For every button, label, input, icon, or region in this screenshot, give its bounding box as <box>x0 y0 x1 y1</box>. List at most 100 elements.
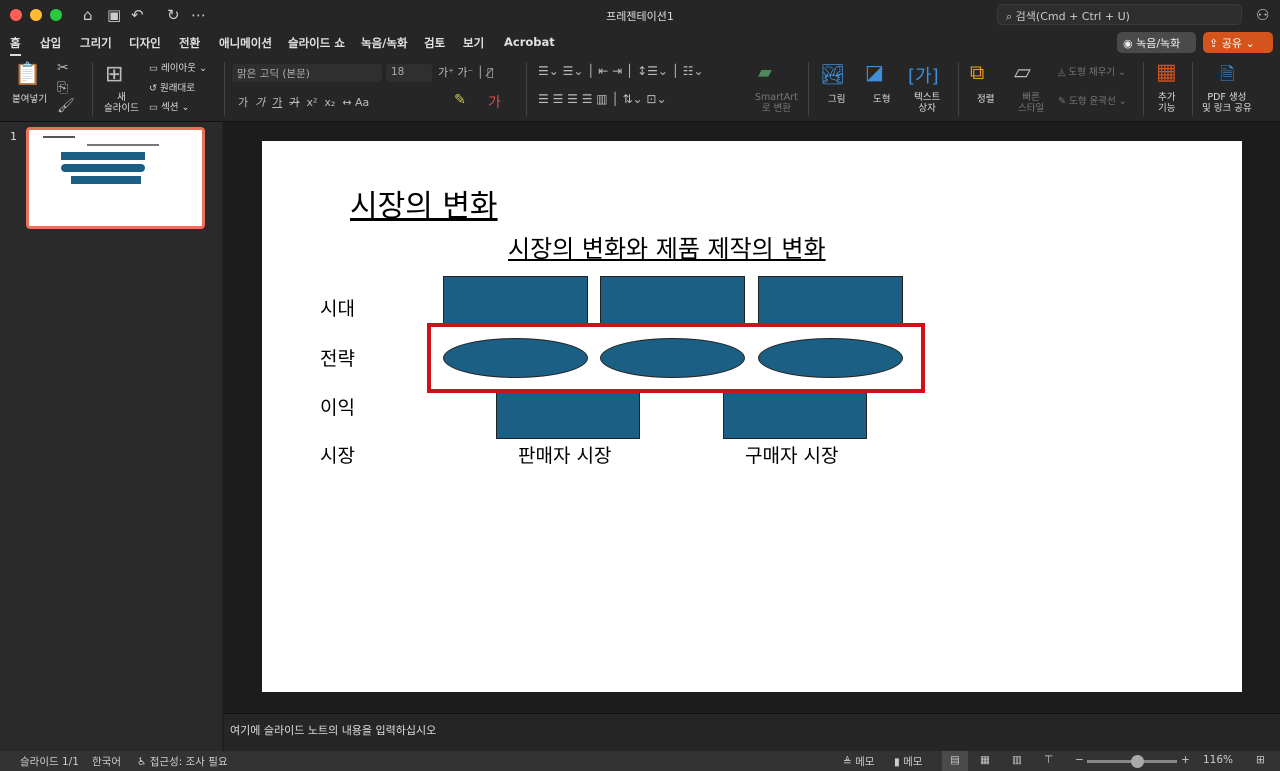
ribbon-tabs: 홈 삽입 그리기 디자인 전환 애니메이션 슬라이드 쇼 녹음/녹화 검토 보기… <box>0 30 1280 56</box>
addins-button[interactable]: 추가기능 <box>1158 92 1175 114</box>
accessibility-label: 접근성: 조사 필요 <box>150 756 228 768</box>
font-size-select[interactable]: 18 <box>386 64 432 82</box>
search-placeholder: 검색(Cmd + Ctrl + U) <box>1016 10 1130 23</box>
section-button[interactable]: ▭ 섹션 ⌄ <box>149 102 189 113</box>
textbox-button[interactable]: 텍스트상자 <box>914 92 940 114</box>
reset-label: 원래대로 <box>160 83 195 94</box>
language[interactable]: 한국어 <box>92 754 121 769</box>
paste-button[interactable]: 붙여넣기 <box>12 94 47 105</box>
align-icons[interactable]: ☰ ☰ ☰ ☰ ▥ │ ⇅⌄ ⊡⌄ <box>538 92 667 106</box>
zoom-in-button[interactable]: + <box>1181 754 1190 766</box>
zoom-slider-knob[interactable] <box>1131 755 1144 768</box>
font-grow-icon[interactable]: 가⁺ 가⁻ │ 가̸ <box>438 64 494 80</box>
row-label-market: 시장 <box>320 441 355 468</box>
layout-button[interactable]: ▭ 레이아웃 ⌄ <box>149 63 207 74</box>
new-slide-icon[interactable]: ⊞ <box>105 62 123 87</box>
tab-draw[interactable]: 그리기 <box>80 35 112 51</box>
zoom-slider[interactable] <box>1087 760 1177 763</box>
arrange-icon[interactable]: ⧉ <box>970 60 984 84</box>
smartart-icon[interactable]: ▰ <box>758 62 772 83</box>
slideshow-button[interactable]: ⊤ <box>1044 754 1053 766</box>
new-slide-label-1: 새 <box>117 92 126 103</box>
slide-title[interactable]: 시장의 변화 <box>350 181 498 225</box>
pdf-label-1: PDF 생성 <box>1207 92 1246 103</box>
addins-label-1: 추가 <box>1158 92 1175 103</box>
smartart-button[interactable]: SmartArt로 변환 <box>755 92 798 114</box>
tab-view[interactable]: 보기 <box>463 35 484 51</box>
quick-style-icon[interactable]: ▱ <box>1014 60 1031 85</box>
slide[interactable]: 시장의 변화 시장의 변화와 제품 제작의 변화 시대 전략 이익 시장 판매자… <box>262 141 1242 692</box>
smartart-label-1: SmartArt <box>755 92 798 103</box>
zoom-level[interactable]: 116% <box>1203 754 1233 766</box>
record-button[interactable]: ◉ 녹음/녹화 <box>1117 32 1196 53</box>
notes-toggle-label: 메모 <box>855 756 874 768</box>
list-icons[interactable]: ☰⌄ ☰⌄ │ ⇤ ⇥ │ ↕☰⌄ │ ☷⌄ <box>538 64 704 78</box>
zoom-out-button[interactable]: − <box>1075 754 1084 766</box>
slide-subtitle[interactable]: 시장의 변화와 제품 제작의 변화 <box>508 229 826 264</box>
strategy-ellipse-1[interactable] <box>443 338 588 378</box>
notes-placeholder: 여기에 슬라이드 노트의 내용을 입력하십시오 <box>230 724 436 737</box>
picture-button[interactable]: 그림 <box>828 94 845 105</box>
smartart-label-2: 로 변환 <box>762 103 791 114</box>
notes-input[interactable]: 여기에 슬라이드 노트의 내용을 입력하십시오 <box>224 713 1280 751</box>
accessibility-button[interactable]: ♿ 접근성: 조사 필요 <box>137 754 228 769</box>
tab-review[interactable]: 검토 <box>424 35 445 51</box>
highlight-icon[interactable]: ✎ <box>454 92 466 108</box>
quick-style-label-2: 스타일 <box>1018 103 1044 114</box>
addins-icon[interactable]: ▦ <box>1156 60 1177 85</box>
tab-record[interactable]: 녹음/녹화 <box>361 35 408 51</box>
reset-button[interactable]: ↺ 원래대로 <box>149 83 195 94</box>
shape-outline-button[interactable]: ✎ 도형 윤곽선 ⌄ <box>1058 96 1127 107</box>
buyer-market-label: 구매자 시장 <box>745 441 838 468</box>
tab-slideshow[interactable]: 슬라이드 쇼 <box>288 35 345 51</box>
quick-style-button[interactable]: 빠른스타일 <box>1018 92 1044 114</box>
shape-fill-label: 도형 채우기 <box>1068 67 1115 78</box>
ribbon: 📋 붙여넣기 ✂ ⎘ 🖌 ⊞ 새슬라이드 ▭ 레이아웃 ⌄ ↺ 원래대로 ▭ 섹… <box>0 56 1280 122</box>
new-slide-button[interactable]: 새슬라이드 <box>104 92 139 114</box>
share-button[interactable]: ⇪ 공유 ⌄ <box>1203 32 1273 53</box>
tab-transitions[interactable]: 전환 <box>179 35 200 51</box>
slide-sorter-button[interactable]: ▦ <box>980 754 990 766</box>
tab-animations[interactable]: 애니메이션 <box>219 35 272 51</box>
picture-icon[interactable]: 🏞 <box>820 62 845 86</box>
strategy-ellipse-3[interactable] <box>758 338 903 378</box>
reading-view-button[interactable]: ▥ <box>1012 754 1022 766</box>
paste-icon[interactable]: 📋 <box>14 62 41 87</box>
pdf-share-button[interactable]: PDF 생성및 링크 공유 <box>1202 92 1252 114</box>
title-bar: ⌂ ▣ ↶ ↻ ⋯ 프레젠테이션1 ⌕ 검색(Cmd + Ctrl + U) ⚇ <box>0 0 1280 30</box>
cut-icon[interactable]: ✂ <box>57 60 69 76</box>
strategy-ellipse-2[interactable] <box>600 338 745 378</box>
tab-design[interactable]: 디자인 <box>129 35 161 51</box>
normal-view-button[interactable]: ▤ <box>942 751 968 771</box>
textbox-icon[interactable]: [가] <box>908 62 939 88</box>
tab-home[interactable]: 홈 <box>10 35 21 51</box>
shape-fill-button[interactable]: ◬ 도형 채우기 ⌄ <box>1058 67 1126 78</box>
fit-to-window-icon[interactable]: ⊞ <box>1256 754 1265 766</box>
section-label: 섹션 <box>161 102 178 113</box>
new-slide-label-2: 슬라이드 <box>104 103 139 114</box>
tab-acrobat[interactable]: Acrobat <box>504 35 555 49</box>
record-label: 녹음/녹화 <box>1136 37 1180 50</box>
tab-insert[interactable]: 삽입 <box>40 35 61 51</box>
pdf-label-2: 및 링크 공유 <box>1202 103 1252 114</box>
thumbnail-number: 1 <box>10 130 17 143</box>
format-painter-icon[interactable]: 🖌 <box>57 98 75 114</box>
font-format-icons[interactable]: 가 가 가 가 x² x₂ ↔ Aa <box>238 94 369 110</box>
font-color-icon[interactable]: 가 <box>488 92 501 112</box>
quick-style-label-1: 빠른 <box>1022 92 1039 103</box>
textbox-label-1: 텍스트 <box>914 92 940 103</box>
copy-icon[interactable]: ⎘ <box>57 80 68 96</box>
arrange-button[interactable]: 정렬 <box>977 94 994 105</box>
shape-button[interactable]: 도형 <box>873 94 890 105</box>
status-bar: 슬라이드 1/1 한국어 ♿ 접근성: 조사 필요 ≜ 메모 ▮ 메모 ▤ ▦ … <box>0 751 1280 771</box>
share-label: 공유 <box>1222 37 1242 50</box>
collaborate-icon[interactable]: ⚇ <box>1256 6 1269 24</box>
font-name-select[interactable]: 맑은 고딕 (본문) <box>232 64 382 82</box>
comments-toggle[interactable]: ▮ 메모 <box>894 754 922 769</box>
notes-toggle[interactable]: ≜ 메모 <box>843 754 874 769</box>
slide-thumbnail[interactable] <box>26 127 205 229</box>
shape-icon[interactable]: ◪ <box>865 60 884 84</box>
pdf-icon[interactable]: 🗎 <box>1220 62 1234 92</box>
search-input[interactable]: ⌕ 검색(Cmd + Ctrl + U) <box>997 4 1242 25</box>
row-label-strategy: 전략 <box>320 344 355 371</box>
